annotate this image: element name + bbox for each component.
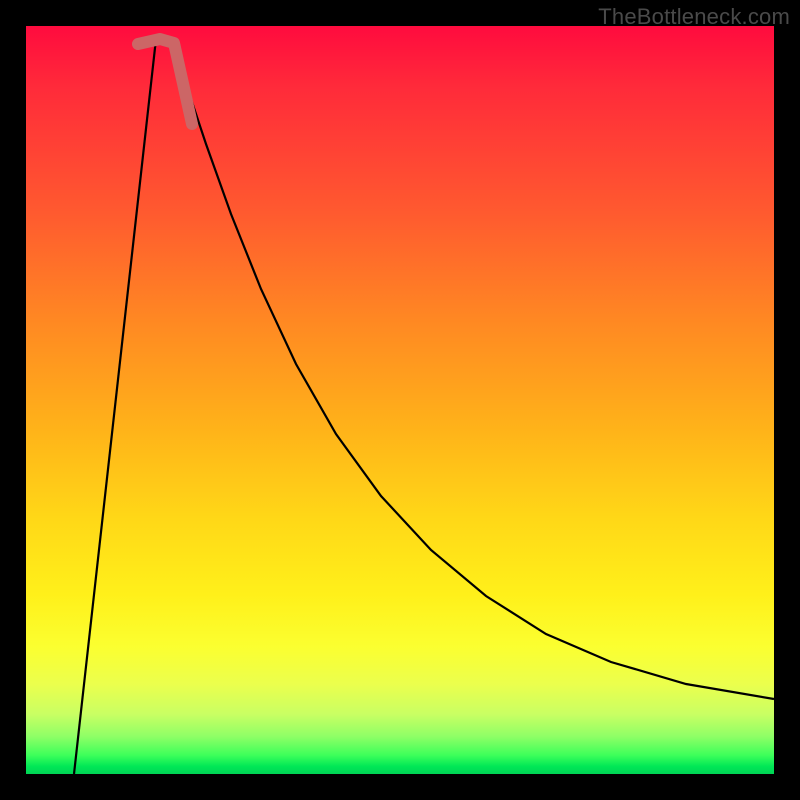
plot-area [26,26,774,774]
curves-svg [26,26,774,774]
right-curve-path [172,39,774,699]
left-line-path [74,39,156,774]
chart-frame: TheBottleneck.com [0,0,800,800]
accent-tick-path [138,39,192,124]
